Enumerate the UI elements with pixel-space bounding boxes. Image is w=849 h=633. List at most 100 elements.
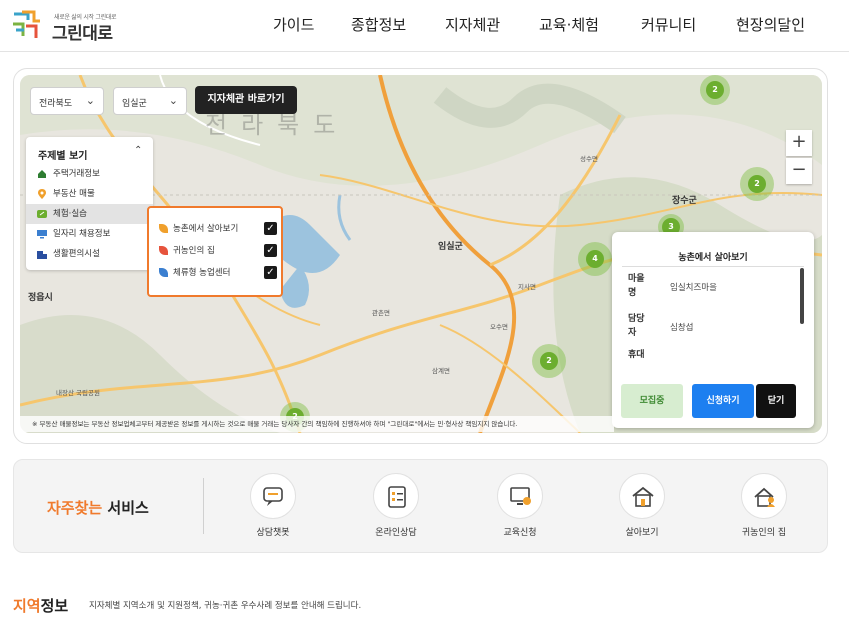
nav-field-master[interactable]: 현장의달인 [736, 14, 805, 35]
map-cluster[interactable]: 2 [700, 75, 730, 105]
leaf-icon [159, 224, 168, 233]
theme-item-label: 체험·실습 [53, 209, 87, 219]
service-try-living[interactable]: 살아보기 [607, 473, 677, 543]
house-icon [632, 486, 654, 507]
theme-item-amenities[interactable]: 생활편의시설 [26, 244, 153, 264]
map-place-label: 장수군 [672, 196, 697, 206]
map-cluster[interactable]: 2 [740, 167, 774, 201]
close-button[interactable]: 닫기 [756, 384, 796, 418]
nav-local-gov[interactable]: 지자체관 [445, 14, 500, 35]
service-icon-circle [497, 473, 543, 519]
cluster-count: 4 [586, 250, 604, 268]
chat-icon [263, 487, 283, 506]
county-select[interactable]: 임실군 ⌄ [113, 87, 187, 115]
theme-item-real-estate[interactable]: 부동산 매물 [26, 184, 153, 204]
theme-item-label: 주택거래정보 [53, 169, 100, 179]
logo-mark-icon [13, 10, 40, 38]
clipboard-icon [388, 486, 406, 508]
zoom-in-button[interactable]: + [786, 130, 812, 156]
info-value-manager: 심창섭 [670, 323, 694, 333]
leaf-icon [159, 268, 168, 277]
service-icon-circle [741, 473, 787, 519]
sub-item-rural-living[interactable]: 농촌에서 살아보기 ✓ [159, 222, 277, 236]
monitor-icon [37, 230, 47, 239]
services-title-highlight: 자주찾는 [47, 499, 103, 517]
map-place-label: 지사면 [518, 283, 536, 291]
info-value-village: 임실치즈마을 [670, 283, 717, 293]
map-cluster[interactable]: 2 [532, 344, 566, 378]
cluster-count: 2 [540, 352, 558, 370]
service-label: 온라인상담 [375, 528, 417, 538]
zoom-out-button[interactable]: − [786, 158, 812, 184]
theme-item-label: 부동산 매물 [53, 189, 95, 199]
service-returnee-house[interactable]: 귀농인의 집 [729, 473, 799, 543]
service-label: 상담챗봇 [256, 528, 290, 538]
map-place-label: 성수면 [580, 155, 598, 163]
service-chatbot[interactable]: 상담챗봇 [238, 473, 308, 543]
service-label: 살아보기 [625, 528, 659, 538]
map-notice: ※ 부동산 매물정보는 부동산 정보업체고부터 제공받은 정보를 게시하는 것으… [20, 416, 614, 432]
apply-button[interactable]: 신청하기 [692, 384, 754, 418]
cluster-count: 2 [706, 81, 724, 99]
computer-icon [510, 487, 531, 505]
map-place-label: 내장산 국립공원 [56, 389, 100, 397]
info-label-mobile: 휴대 [628, 350, 645, 360]
experience-subpanel: 농촌에서 살아보기 ✓ 귀농인의 집 ✓ 체류형 농업센터 ✓ [147, 206, 283, 297]
theme-item-house-trade[interactable]: 주택거래정보 [26, 164, 153, 184]
location-pin-icon [38, 189, 46, 199]
chevron-down-icon: ⌄ [85, 94, 95, 107]
local-gov-shortcut-button[interactable]: 지자체관 바로가기 [195, 86, 297, 114]
map-cluster[interactable]: 4 [578, 242, 612, 276]
theme-panel-title: 주제별 보기 [38, 151, 88, 162]
scrollbar[interactable] [800, 268, 804, 324]
sub-item-returnee-house[interactable]: 귀농인의 집 ✓ [159, 244, 277, 258]
theme-item-label: 일자리 채용정보 [53, 229, 111, 239]
region-info-description: 지자체별 지역소개 및 지원정책, 귀농·귀촌 우수사례 정보를 안내해 드립니… [89, 601, 362, 611]
province-select-value: 전라북도 [39, 99, 73, 109]
map-place-label: 정읍시 [28, 293, 53, 303]
sub-item-label: 귀농인의 집 [173, 246, 215, 256]
province-select[interactable]: 전라북도 ⌄ [30, 87, 104, 115]
theme-item-jobs[interactable]: 일자리 채용정보 [26, 224, 153, 244]
sub-item-label: 농촌에서 살아보기 [173, 224, 239, 234]
checkbox-checked[interactable]: ✓ [264, 266, 277, 279]
checkbox-checked[interactable]: ✓ [264, 244, 277, 257]
recruiting-badge[interactable]: 모집중 [621, 384, 683, 418]
leaf-icon [159, 246, 168, 255]
divider [203, 478, 204, 534]
chevron-down-icon: ⌄ [168, 94, 178, 107]
region-title-rest: 정보 [40, 597, 69, 615]
cluster-count: 2 [748, 175, 766, 193]
site-header: 새로운 삶의 시작 그린대로 그린대로 가이드 종합정보 지자체관 교육·체험 … [0, 0, 849, 52]
theme-panel: 주제별 보기 ⌃ 주택거래정보 부동산 매물 체험·실습 일자리 채용정보 생활… [26, 137, 153, 270]
region-info-title: 지역정보 [13, 595, 68, 616]
map-place-label: 오수면 [490, 323, 508, 331]
info-label-village: 마을명 [628, 274, 645, 298]
nav-community[interactable]: 커뮤니티 [641, 14, 696, 35]
place-info-card: 농촌에서 살아보기 마을명 임실치즈마을 담당자 심창섭 휴대 모집중 신청하기… [612, 232, 814, 428]
theme-item-experience[interactable]: 체험·실습 [26, 204, 153, 224]
home-person-icon [754, 487, 775, 507]
map-place-label: 관촌면 [372, 309, 390, 317]
service-education-apply[interactable]: 교육신청 [485, 473, 555, 543]
service-icon-circle [373, 473, 419, 519]
checkbox-checked[interactable]: ✓ [264, 222, 277, 235]
leaf-icon [37, 210, 47, 218]
map-place-label: 임실군 [438, 242, 463, 252]
nav-overview[interactable]: 종합정보 [351, 14, 406, 35]
nav-education[interactable]: 교육·체험 [539, 14, 599, 35]
region-title-highlight: 지역 [13, 597, 41, 615]
sub-item-stay-center[interactable]: 체류형 농업센터 ✓ [159, 266, 277, 280]
service-icon-circle [250, 473, 296, 519]
theme-item-label: 생활편의시설 [53, 249, 100, 259]
service-online-counsel[interactable]: 온라인상담 [361, 473, 431, 543]
house-icon [38, 170, 46, 178]
service-label: 교육신청 [503, 528, 537, 538]
nav-guide[interactable]: 가이드 [273, 14, 314, 35]
services-title-rest: 서비스 [102, 499, 149, 517]
service-label: 귀농인의 집 [741, 528, 787, 538]
chevron-up-icon[interactable]: ⌃ [134, 145, 142, 156]
site-logo[interactable]: 새로운 삶의 시작 그린대로 그린대로 [8, 6, 128, 44]
info-card-title: 농촌에서 살아보기 [678, 253, 748, 263]
services-title: 자주찾는 서비스 [47, 497, 149, 518]
